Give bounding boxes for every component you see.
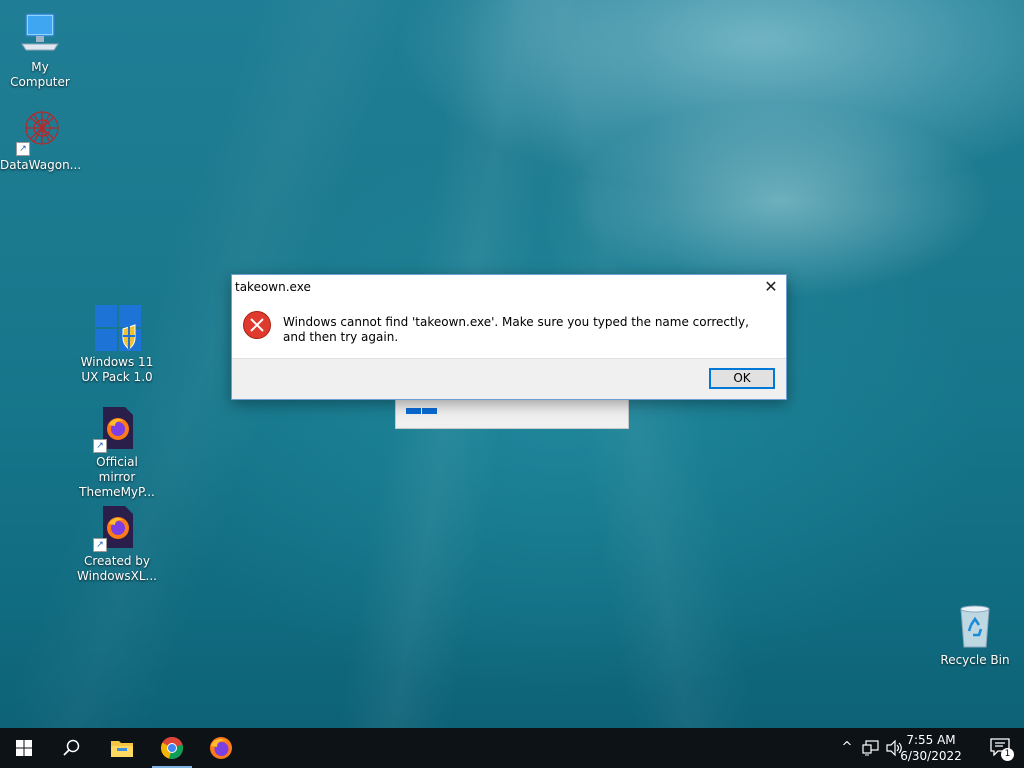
- desktop-icon-label: DataWagon...: [0, 158, 82, 172]
- computer-icon: [16, 10, 64, 58]
- dialog-title: takeown.exe: [235, 280, 311, 294]
- shortcut-arrow-icon: ↗: [16, 142, 30, 156]
- dialog-body: Windows cannot find 'takeown.exe'. Make …: [232, 303, 786, 360]
- shortcut-arrow-icon: ↗: [93, 439, 107, 453]
- desktop-icon-windows11-ux-pack[interactable]: Windows 11 UX Pack 1.0: [77, 305, 157, 385]
- desktop-icon-created-by[interactable]: ↗ Created by WindowsXL...: [77, 504, 157, 584]
- file-explorer-icon: [111, 741, 133, 757]
- desktop-icon-label: My Computer: [10, 60, 70, 89]
- windows-shield-icon: [93, 305, 141, 353]
- datawagon-icon: ↗: [16, 108, 64, 156]
- close-button[interactable]: ✕: [756, 275, 786, 299]
- desktop-icon-label: Created by WindowsXL...: [77, 554, 157, 583]
- recycle-bin-icon: [951, 603, 999, 651]
- error-message: Windows cannot find 'takeown.exe'. Make …: [283, 315, 749, 344]
- error-dialog: takeown.exe ✕ Windows cannot find 'takeo…: [231, 274, 787, 400]
- taskbar: ^ 7:55 AM 6/30/2022 1: [0, 728, 1024, 768]
- desktop-icon-label: Official mirror ThemeMyP...: [79, 455, 155, 499]
- start-icon: [16, 740, 32, 756]
- desktop-icon-label: Windows 11 UX Pack 1.0: [80, 355, 154, 384]
- search-button[interactable]: [48, 728, 96, 768]
- chrome-icon: [161, 736, 184, 760]
- clock[interactable]: 7:55 AM 6/30/2022: [896, 732, 966, 764]
- notification-count-badge: 1: [1001, 748, 1014, 761]
- network-icon[interactable]: [862, 740, 880, 756]
- show-hidden-icons-chevron[interactable]: ^: [838, 738, 856, 758]
- ok-button[interactable]: OK: [709, 368, 775, 389]
- firefox-icon: [210, 737, 232, 759]
- dialog-footer: OK: [232, 358, 786, 399]
- shortcut-arrow-icon: ↗: [93, 538, 107, 552]
- taskbar-file-explorer[interactable]: [98, 728, 146, 768]
- desktop-icon-my-computer[interactable]: My Computer: [0, 10, 80, 90]
- clock-date: 6/30/2022: [900, 749, 962, 763]
- action-center-button[interactable]: 1: [990, 738, 1014, 761]
- error-icon: [243, 311, 271, 339]
- background-window[interactable]: [395, 398, 629, 429]
- firefox-document-icon: ↗: [93, 504, 141, 552]
- desktop-icon-recycle-bin[interactable]: Recycle Bin: [935, 603, 1015, 668]
- taskbar-chrome[interactable]: [148, 728, 196, 768]
- dialog-titlebar[interactable]: takeown.exe ✕: [232, 275, 786, 303]
- desktop-icon-label: Recycle Bin: [940, 653, 1010, 667]
- desktop-icon-datawagon[interactable]: ↗ DataWagon...: [0, 108, 82, 173]
- taskbar-firefox[interactable]: [197, 728, 245, 768]
- start-button[interactable]: [0, 728, 48, 768]
- clock-time: 7:55 AM: [906, 733, 956, 747]
- desktop-icon-official-mirror[interactable]: ↗ Official mirror ThemeMyP...: [77, 405, 157, 500]
- search-icon: [63, 739, 80, 756]
- firefox-document-icon: ↗: [93, 405, 141, 453]
